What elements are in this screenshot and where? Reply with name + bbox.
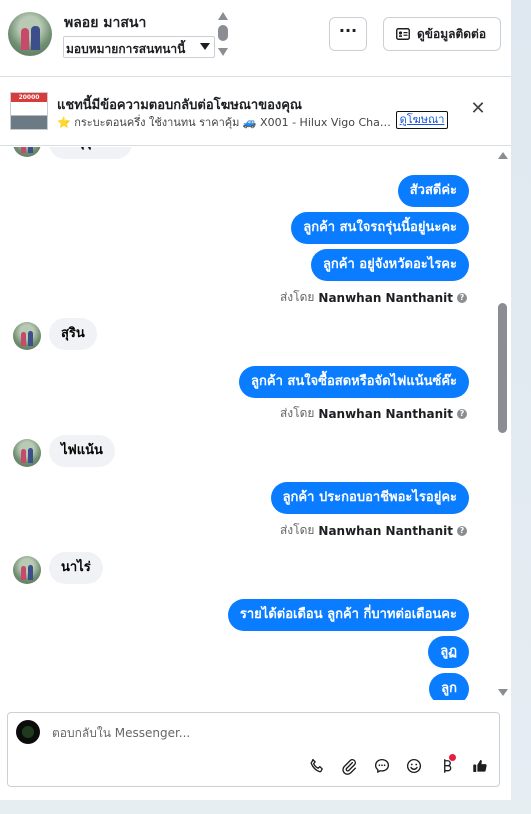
phone-icon[interactable] — [307, 756, 327, 776]
assign-select-value: มอบหมายการสนทนานี้ — [66, 42, 186, 56]
contact-message-avatar — [13, 439, 41, 467]
ad-thumbnail[interactable]: 20000 — [10, 92, 48, 130]
scroll-up-icon[interactable] — [218, 12, 228, 20]
message-bubble-outgoing: สัวสดีค่ะ — [397, 175, 469, 207]
window-edge — [511, 0, 531, 814]
message-list-scrollbar[interactable] — [497, 150, 509, 698]
baht-icon[interactable] — [437, 754, 457, 776]
scroll-down-icon[interactable] — [218, 48, 228, 56]
reply-input[interactable] — [52, 724, 452, 742]
contact-card-icon — [396, 28, 410, 40]
notification-dot — [449, 754, 456, 761]
message-bubble-incoming: ไฟแน้น — [49, 435, 115, 467]
view-contact-info-label: ดูข้อมูลติดต่อ — [417, 26, 487, 41]
contact-message-avatar — [13, 147, 41, 157]
chevron-down-icon — [200, 43, 210, 50]
sent-by-prefix: ส่งโดย — [279, 523, 315, 537]
ad-banner-title: แชทนี้มีข้อความตอบกลับต่อโฆษณาของคุณ — [57, 98, 302, 113]
message-bubble-outgoing: รายได้ต่อเดือน ลูกค้า กี่บาทต่อเดือนคะ — [227, 599, 469, 631]
sent-by-label: ส่งโดย Nanwhan Nanthanit ? — [280, 288, 467, 307]
page-avatar — [16, 720, 40, 744]
message-bubble-incoming: สุริน — [49, 318, 97, 350]
paperclip-icon[interactable] — [339, 756, 359, 776]
scroll-thumb[interactable] — [218, 25, 228, 41]
contact-avatar[interactable] — [8, 12, 52, 56]
message-bubble-outgoing: ลูกค้า อยู่จังหวัดอะไรคะ — [310, 249, 469, 281]
info-icon[interactable]: ? — [457, 525, 467, 536]
view-contact-info-button[interactable]: ดูข้อมูลติดต่อ — [383, 17, 501, 51]
more-options-button[interactable]: ··· — [329, 17, 367, 51]
contact-name[interactable]: พลอย มาสนา — [64, 12, 146, 34]
contact-message-avatar — [13, 322, 41, 350]
select-scrollbar[interactable] — [217, 12, 229, 58]
sent-by-label: ส่งโดย Nanwhan Nanthanit ? — [280, 521, 467, 540]
sent-by-name: Nanwhan Nanthanit — [318, 406, 453, 421]
message-bubble-outgoing: ลูก — [429, 673, 469, 700]
message-composer — [7, 712, 500, 787]
info-icon[interactable]: ? — [457, 408, 467, 419]
message-bubble-outgoing: ลูฏ — [428, 636, 469, 668]
ad-thumbnail-tag: 20000 — [11, 93, 47, 102]
sent-by-name: Nanwhan Nanthanit — [318, 290, 453, 305]
sent-by-prefix: ส่งโดย — [279, 406, 315, 420]
message-bubble-outgoing: ลูกค้า สนใจซื้อสดหรือจัดไฟแน้นซ์ค๊ะ — [239, 366, 469, 398]
close-icon[interactable]: ✕ — [467, 98, 489, 120]
assign-conversation-select[interactable]: มอบหมายการสนทนานี้ — [63, 36, 215, 58]
message-bubble-incoming: ทะลุรุ่นเก่า — [49, 147, 133, 159]
scroll-thumb[interactable] — [498, 303, 507, 433]
scroll-down-icon[interactable] — [498, 689, 508, 696]
sent-by-prefix: ส่งโดย — [279, 290, 315, 304]
info-icon[interactable]: ? — [457, 292, 467, 303]
message-bubble-incoming: นาไร่ — [49, 552, 103, 584]
ad-reply-banner: 20000 แชทนี้มีข้อความตอบกลับต่อโฆษณาของค… — [0, 76, 511, 146]
smiley-icon[interactable] — [404, 756, 424, 776]
sent-by-name: Nanwhan Nanthanit — [318, 523, 453, 538]
view-ad-link[interactable]: ดูโฆษณา — [396, 111, 448, 129]
contact-message-avatar — [13, 556, 41, 584]
scroll-up-icon[interactable] — [498, 152, 508, 159]
window-bottom-edge — [0, 800, 531, 814]
messenger-panel: พลอย มาสนา มอบหมายการสนทนานี้ ··· ดูข้อม… — [0, 0, 511, 800]
conversation-header: พลอย มาสนา มอบหมายการสนทนานี้ ··· ดูข้อม… — [0, 0, 511, 72]
message-bubble-outgoing: ลูกค้า ประกอบอาชีพอะไรอยู่คะ — [270, 482, 469, 514]
ad-description: ⭐ กระบะตอนครึ่ง ใช้งานทน ราคาคุ้ม 🚙 X001… — [57, 116, 393, 129]
thumbs-up-icon[interactable] — [470, 756, 490, 776]
message-list: ทะลุรุ่นเก่า สัวสดีค่ะ ลูกค้า สนใจรถรุ่น… — [0, 147, 511, 700]
sent-by-label: ส่งโดย Nanwhan Nanthanit ? — [280, 404, 467, 423]
chat-bubble-icon[interactable] — [372, 756, 392, 776]
message-bubble-outgoing: ลูกค้า สนใจรถรุ่นนี้อยู่นะคะ — [291, 212, 469, 244]
